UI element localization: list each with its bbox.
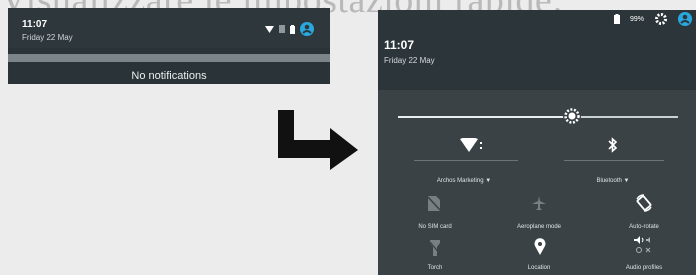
quick-settings-panel: 99% 11:07 Friday 22 May Archos Marketing…: [378, 10, 696, 275]
clock-time: 11:07: [22, 19, 48, 30]
account-icon[interactable]: [678, 12, 692, 26]
status-header: 11:07 Friday 22 May: [8, 8, 330, 48]
sim-tile-label: No SIM card: [418, 224, 452, 230]
torch-tile-label: Torch: [427, 265, 443, 271]
audio-profiles-icon[interactable]: [634, 236, 654, 254]
no-notifications-text: No notifications: [131, 70, 207, 82]
brightness-icon[interactable]: [562, 106, 582, 126]
quick-settings-header: 99% 11:07 Friday 22 May: [378, 10, 696, 90]
brightness-slider[interactable]: [398, 116, 678, 118]
battery-percent: 99%: [629, 15, 644, 23]
account-icon[interactable]: [300, 22, 314, 36]
no-sim-icon: [279, 25, 285, 33]
wifi-icon: [265, 25, 274, 33]
clock-date: Friday 22 May: [384, 56, 435, 65]
auto-rotate-icon[interactable]: [635, 194, 653, 212]
caret-down-icon: ▼: [623, 178, 630, 184]
bluetooth-icon[interactable]: [608, 137, 618, 153]
airplane-tile-label: Aeroplane mode: [516, 224, 562, 230]
airplane-icon[interactable]: [532, 196, 546, 211]
torch-icon[interactable]: [430, 240, 440, 256]
shade-handle[interactable]: [8, 54, 330, 62]
wifi-network-label: Archos Marketing: [436, 178, 484, 184]
wifi-tile-divider: [414, 160, 518, 161]
notification-shade-collapsed: 11:07 Friday 22 May No notifications: [8, 8, 330, 84]
no-sim-icon[interactable]: [428, 196, 440, 211]
clock-date: Friday 22 May: [22, 33, 73, 42]
bluetooth-tile[interactable]: Bluetooth ▼: [568, 178, 658, 184]
audio-profiles-tile-label: Audio profiles: [625, 265, 663, 271]
status-icons: [265, 22, 314, 36]
wifi-icon[interactable]: [460, 138, 482, 154]
brightness-slider-fill: [398, 116, 572, 118]
location-tile-label: Location: [527, 265, 551, 271]
bluetooth-label: Bluetooth: [596, 178, 622, 184]
auto-rotate-tile-label: Auto-rotate: [629, 224, 659, 230]
settings-gear-icon[interactable]: [654, 12, 668, 26]
battery-icon: [613, 14, 620, 24]
bluetooth-tile-divider: [564, 160, 664, 161]
clock-time: 11:07: [384, 38, 415, 52]
battery-icon: [290, 24, 295, 34]
header-status-icons: 99%: [613, 12, 692, 26]
wifi-tile[interactable]: Archos Marketing ▼: [419, 178, 509, 184]
location-icon[interactable]: [534, 238, 546, 255]
caret-down-icon: ▼: [485, 178, 492, 184]
arrow-right-icon: [278, 110, 358, 170]
